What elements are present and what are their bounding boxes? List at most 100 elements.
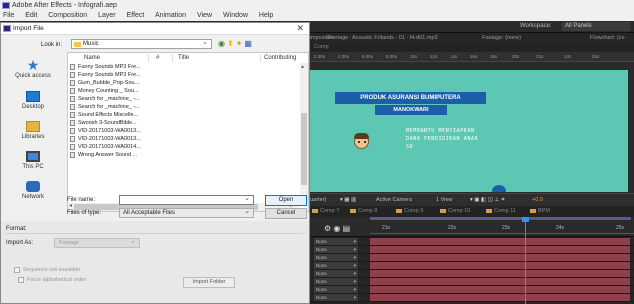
column-divider[interactable]: [148, 54, 149, 62]
menu-layer[interactable]: Layer: [98, 12, 116, 19]
workspace-dropdown[interactable]: All Panels: [562, 22, 630, 31]
file-item[interactable]: VID-20171003-WA0013...: [70, 127, 141, 135]
layer-row[interactable]: None: [300, 286, 634, 294]
layer-parent-dropdown[interactable]: None: [314, 254, 358, 261]
place-desktop[interactable]: Desktop: [1, 91, 65, 110]
cancel-button[interactable]: Cancel: [265, 208, 307, 219]
column-divider[interactable]: [172, 54, 173, 62]
file-item[interactable]: Search for _machine_ -...: [70, 95, 140, 103]
import-as-dropdown[interactable]: Footage: [54, 237, 140, 248]
force-alphabetical-checkbox[interactable]: [18, 277, 24, 283]
place-label: This PC: [22, 164, 44, 170]
place-libraries[interactable]: Libraries: [1, 121, 65, 140]
view-layout-dropdown[interactable]: 1 View: [436, 194, 452, 206]
timeline-ruler[interactable]: 21s 22s 23s 24s 25s: [370, 222, 634, 234]
column-divider[interactable]: [260, 54, 261, 62]
menu-file[interactable]: File: [3, 12, 14, 19]
exposure-value[interactable]: +0.0: [532, 194, 543, 206]
playhead[interactable]: [522, 217, 529, 304]
file-name-input[interactable]: [119, 194, 254, 205]
column-number[interactable]: #: [156, 53, 159, 63]
layer-duration-bar[interactable]: [370, 262, 630, 269]
file-item[interactable]: VID-20171003-WA0013...: [70, 135, 141, 143]
layer-duration-bar[interactable]: [370, 278, 630, 285]
active-camera-dropdown[interactable]: Active Camera: [376, 194, 412, 206]
timeline-switch-icons[interactable]: ⚙ ◉ ▤: [324, 224, 350, 233]
tab-flowchart[interactable]: Flowchart: (co: [590, 33, 625, 43]
column-contributing[interactable]: Contributing: [264, 53, 296, 63]
menu-view[interactable]: View: [197, 12, 212, 19]
import-folder-button[interactable]: Import Folder: [183, 277, 235, 288]
work-area-bar[interactable]: [370, 217, 631, 220]
place-quick-access[interactable]: ★ Quick access: [1, 58, 65, 79]
layer-parent-dropdown[interactable]: None: [314, 278, 358, 285]
layer-row[interactable]: None: [300, 246, 634, 254]
view-menu-icon[interactable]: ▦: [244, 39, 254, 48]
scroll-up-icon[interactable]: ▴: [301, 63, 304, 70]
menu-help[interactable]: Help: [259, 12, 273, 19]
layer-duration-bar[interactable]: [370, 254, 630, 261]
menu-window[interactable]: Window: [223, 12, 248, 19]
layer-parent-dropdown[interactable]: None: [314, 286, 358, 293]
tab-footage[interactable]: Footage: [328, 33, 348, 43]
file-item[interactable]: VID-20171003-WA0014...: [70, 143, 141, 151]
layer-duration-bar[interactable]: [370, 246, 630, 253]
menu-composition[interactable]: Composition: [48, 12, 87, 19]
viewer-tool-icons[interactable]: ▾ ▦ ▥: [340, 194, 356, 206]
layer-parent-dropdown[interactable]: None: [314, 238, 358, 245]
menu-animation[interactable]: Animation: [155, 12, 186, 19]
layer-parent-dropdown[interactable]: None: [314, 294, 358, 301]
file-item[interactable]: Sound Effects Miscelle...: [70, 111, 138, 119]
ruler-tick: 10s: [410, 54, 418, 59]
layer-duration-bar[interactable]: [370, 294, 630, 301]
tab-footage-none[interactable]: Footage: (none): [482, 33, 521, 43]
file-item[interactable]: Search for _machine_ -...: [70, 103, 140, 111]
sequence-checkbox[interactable]: [14, 267, 20, 273]
file-type-dropdown[interactable]: All Acceptable Files: [119, 207, 254, 218]
column-title[interactable]: Title: [178, 53, 189, 63]
layer-row[interactable]: None: [300, 294, 634, 302]
after-effects-icon: [3, 25, 11, 32]
tab-comp[interactable]: Comp 9: [396, 206, 423, 217]
file-item[interactable]: Swoosh 3-SoundBible...: [70, 119, 137, 127]
place-this-pc[interactable]: This PC: [1, 151, 65, 170]
layer-duration-bar[interactable]: [370, 270, 630, 277]
tab-comp[interactable]: Comp 7: [312, 206, 339, 217]
layer-parent-dropdown[interactable]: None: [314, 246, 358, 253]
tab-comp[interactable]: Comp 11: [486, 206, 516, 217]
menu-edit[interactable]: Edit: [25, 12, 37, 19]
column-name[interactable]: Name: [84, 53, 100, 63]
layer-row[interactable]: None: [300, 262, 634, 270]
file-item[interactable]: Funny Sounds MP3 Fre...: [70, 71, 141, 79]
file-item[interactable]: Gum_Bubble_Pop-Sou...: [70, 79, 139, 87]
tab-comp[interactable]: BPM: [530, 206, 550, 217]
file-item[interactable]: Money Counting _ Sou...: [70, 87, 139, 95]
file-list[interactable]: Name # Title Contributing Funny Sounds M…: [67, 52, 309, 212]
vertical-scroll-thumb[interactable]: [301, 113, 307, 185]
layer-parent-dropdown[interactable]: None: [314, 270, 358, 277]
back-icon[interactable]: ◉: [218, 39, 227, 48]
layer-duration-bar[interactable]: [370, 286, 630, 293]
layer-row[interactable]: None: [300, 254, 634, 262]
tab-comp[interactable]: Comp 8: [350, 206, 377, 217]
layer-duration-bar[interactable]: [370, 238, 630, 245]
layer-row[interactable]: None: [300, 278, 634, 286]
video-file-icon: [70, 135, 75, 142]
composition-canvas[interactable]: PRODUK ASURANSI BUMIPUTERA MANOKWARI MEM…: [310, 70, 634, 192]
layer-parent-dropdown[interactable]: None: [314, 262, 358, 269]
tab-footage-audio[interactable]: Acoustic Frilands - 01 - f4-d01.mp3: [352, 33, 438, 43]
viewer-extra-icons[interactable]: ▾ ▣ ◧ ◫ ⊥ ✶: [470, 194, 505, 206]
close-icon[interactable]: ✕: [296, 23, 304, 34]
scroll-left-icon[interactable]: ◂: [69, 202, 72, 209]
layer-row[interactable]: None: [300, 270, 634, 278]
file-item[interactable]: Funny Sounds MP3 Fre...: [70, 63, 141, 71]
layer-row[interactable]: None: [300, 238, 634, 246]
open-button[interactable]: Open: [265, 195, 307, 206]
look-in-dropdown[interactable]: Music: [71, 38, 212, 49]
up-folder-icon[interactable]: ⬆: [227, 39, 236, 48]
tab-comp[interactable]: Comp 10: [440, 206, 470, 217]
menu-effect[interactable]: Effect: [127, 12, 145, 19]
place-network[interactable]: Network: [1, 181, 65, 200]
vertical-scrollbar[interactable]: ▴: [300, 63, 308, 201]
file-item[interactable]: Wrong Answer Sound ...: [70, 151, 137, 159]
